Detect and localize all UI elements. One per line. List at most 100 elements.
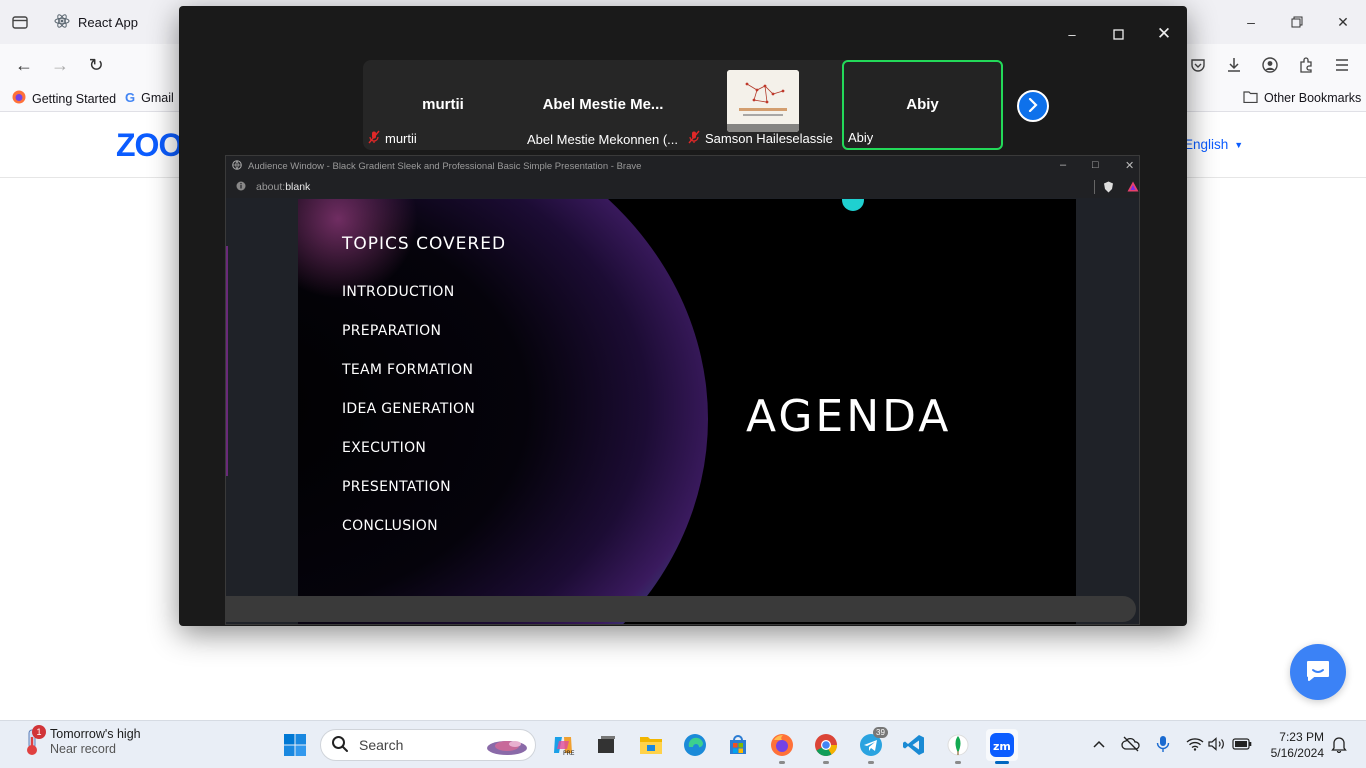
svg-text:PRE: PRE — [563, 750, 575, 757]
task-view-icon[interactable] — [590, 729, 622, 761]
audience-maximize-button[interactable]: □ — [1092, 159, 1099, 171]
weather-sub-text: Near record — [50, 742, 116, 756]
other-bookmarks[interactable]: Other Bookmarks — [1243, 90, 1361, 106]
copilot-icon[interactable]: PRE — [547, 729, 579, 761]
other-bookmarks-label: Other Bookmarks — [1264, 91, 1362, 105]
audience-window-title: Audience Window - Black Gradient Sleek a… — [248, 160, 642, 172]
browser-restore-button[interactable] — [1287, 12, 1307, 32]
participant-label: Abel Mestie Mekonnen (... — [527, 132, 679, 147]
slide-topic: TEAM FORMATION — [342, 362, 474, 378]
folder-icon — [1243, 90, 1258, 106]
search-highlight-icon — [485, 735, 529, 760]
address-prefix: about: — [256, 181, 286, 193]
running-indicator — [823, 761, 829, 764]
slide-dot — [842, 199, 864, 211]
mongodb-compass-icon[interactable] — [942, 729, 974, 764]
language-selector[interactable]: English ▼ — [1184, 137, 1243, 152]
tab-title: React App — [78, 14, 138, 30]
battery-icon[interactable] — [1231, 733, 1253, 755]
running-indicator — [779, 761, 785, 764]
zoom-taskbar-icon[interactable]: zm — [986, 729, 1018, 764]
vscode-icon[interactable] — [898, 729, 930, 761]
microsoft-store-icon[interactable] — [722, 729, 754, 761]
weather-widget[interactable]: 1 Tomorrow's high Near record — [22, 725, 141, 757]
slide-topic: CONCLUSION — [342, 518, 438, 534]
pocket-icon[interactable] — [1187, 54, 1209, 76]
svg-text:zm: zm — [993, 740, 1011, 753]
brave-rewards-icon[interactable] — [1127, 181, 1139, 195]
bookmark-gmail[interactable]: G Gmail — [125, 90, 174, 105]
participant-video-thumbnail — [727, 70, 799, 132]
file-explorer-icon[interactable] — [635, 729, 667, 761]
zoom-minimize-button[interactable]: – — [1061, 23, 1083, 45]
chevron-up-icon[interactable] — [1088, 733, 1110, 755]
slide-heading: TOPICS COVERED — [342, 234, 507, 254]
participant-tile[interactable]: Abel Mestie Me... Abel Mestie Mekonnen (… — [523, 60, 683, 150]
menu-icon[interactable] — [1331, 54, 1353, 76]
chat-icon — [1305, 659, 1331, 686]
screen-share-scrollbar[interactable] — [226, 596, 1136, 622]
browser-close-button[interactable]: ✕ — [1333, 12, 1353, 32]
windows-start-button[interactable] — [279, 729, 311, 761]
speaker-icon[interactable] — [1206, 733, 1228, 755]
participant-gallery: murtii murtii Abel Mestie Me... Abel Mes… — [363, 60, 1003, 150]
telegram-icon[interactable]: 39 — [855, 727, 888, 764]
audience-address-bar[interactable]: about:blank — [226, 176, 1139, 198]
participant-label-text: Abiy — [848, 130, 874, 145]
info-icon — [236, 181, 246, 194]
downloads-icon[interactable] — [1223, 54, 1245, 76]
bookmark-getting-started[interactable]: Getting Started — [12, 90, 116, 107]
participant-label-text: Samson Haileselassie — [705, 131, 833, 146]
audience-window-titlebar: Audience Window - Black Gradient Sleek a… — [226, 156, 1139, 176]
zoom-logo[interactable]: ZOO — [116, 127, 183, 164]
back-arrow-icon[interactable]: ← — [13, 54, 35, 76]
tab-list-icon[interactable] — [10, 12, 30, 32]
extensions-icon[interactable] — [1295, 54, 1317, 76]
chat-widget-button[interactable] — [1290, 644, 1346, 700]
account-icon[interactable] — [1259, 54, 1281, 76]
participant-label-text: murtii — [385, 131, 417, 146]
firefox-taskbar-icon[interactable] — [766, 729, 798, 764]
bookmark-label: Gmail — [141, 90, 174, 105]
search-icon — [331, 735, 349, 756]
zoom-maximize-button[interactable] — [1107, 23, 1129, 45]
language-label: English — [1184, 137, 1229, 152]
caret-down-icon: ▼ — [1234, 139, 1244, 150]
mic-muted-icon — [367, 130, 381, 147]
browser-tab-react-app[interactable]: React App — [44, 4, 179, 40]
search-label: Search — [359, 737, 404, 753]
edge-icon[interactable] — [679, 729, 711, 761]
taskbar-search[interactable]: Search — [320, 729, 536, 761]
weather-text: Tomorrow's high Near record — [50, 727, 141, 757]
audience-close-button[interactable]: ✕ — [1125, 159, 1134, 172]
reload-icon[interactable]: ↻ — [85, 54, 107, 76]
microphone-icon[interactable] — [1152, 733, 1174, 755]
next-page-button[interactable] — [1017, 90, 1049, 122]
participant-tile-active-speaker[interactable]: Abiy Abiy — [842, 60, 1003, 150]
participant-label: murtii — [367, 130, 417, 147]
browser-minimize-button[interactable]: – — [1241, 12, 1261, 32]
react-logo-icon — [54, 13, 70, 32]
zoom-close-button[interactable]: ✕ — [1153, 23, 1175, 45]
slide-topic: PREPARATION — [342, 323, 442, 339]
onedrive-offline-icon[interactable] — [1120, 733, 1142, 755]
slide-topic: IDEA GENERATION — [342, 401, 476, 417]
slide-title: AGENDA — [746, 391, 952, 442]
address-host: blank — [285, 181, 311, 193]
participant-tile[interactable]: murtii murtii — [363, 60, 523, 150]
audience-minimize-button[interactable]: – — [1060, 159, 1066, 171]
clock-time: 7:23 PM — [1279, 730, 1324, 744]
presentation-slide: TOPICS COVERED INTRODUCTION PREPARATION … — [298, 199, 1076, 624]
running-indicator — [955, 761, 961, 764]
participant-tile[interactable]: Samson Haileselassie — [683, 60, 841, 150]
system-clock[interactable]: 7:23 PM 5/16/2024 — [1262, 729, 1324, 761]
chevron-right-icon — [1027, 97, 1039, 115]
google-icon: G — [125, 90, 136, 105]
notification-bell-icon[interactable] — [1328, 733, 1350, 755]
chrome-icon[interactable] — [810, 729, 842, 764]
brave-shield-icon[interactable] — [1103, 181, 1114, 196]
notification-badge: 1 — [32, 725, 46, 739]
bookmark-label: Getting Started — [32, 91, 117, 106]
wifi-icon[interactable] — [1184, 733, 1206, 755]
forward-arrow-icon[interactable]: → — [49, 54, 71, 76]
